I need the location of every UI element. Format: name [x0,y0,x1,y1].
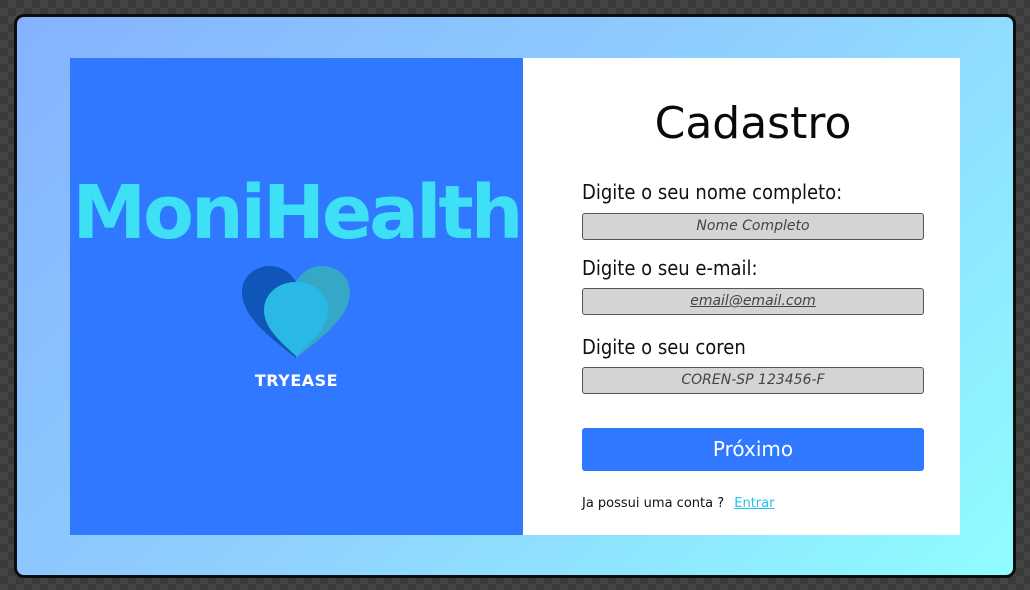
email-input[interactable]: email@email.com [582,288,924,315]
name-input[interactable]: Nome Completo [582,213,924,240]
brand-name: MoniHealth [72,170,523,256]
email-label: Digite o seu e-mail: [582,256,758,280]
login-link[interactable]: Entrar [734,496,774,511]
signup-card: MoniHealth TRYEASE Cadastro Digite o seu… [70,58,960,535]
brand-panel: MoniHealth TRYEASE [70,58,524,535]
email-placeholder: email@email.com [690,293,816,309]
name-placeholder: Nome Completo [696,218,810,234]
login-prompt: Ja possui uma conta ? [582,496,725,511]
window-frame: MoniHealth TRYEASE Cadastro Digite o seu… [14,14,1016,578]
page-title: Cadastro [654,98,852,149]
company-name: TRYEASE [254,371,339,390]
coren-placeholder: COREN-SP 123456-F [681,372,825,388]
coren-label: Digite o seu coren [582,335,746,359]
next-button[interactable]: Próximo [582,428,924,471]
heart-icon [240,266,352,362]
name-label: Digite o seu nome completo: [582,180,843,204]
coren-input[interactable]: COREN-SP 123456-F [582,367,924,394]
login-row: Ja possui uma conta ? Entrar [582,496,774,511]
form-panel: Cadastro Digite o seu nome completo: Nom… [523,58,960,535]
